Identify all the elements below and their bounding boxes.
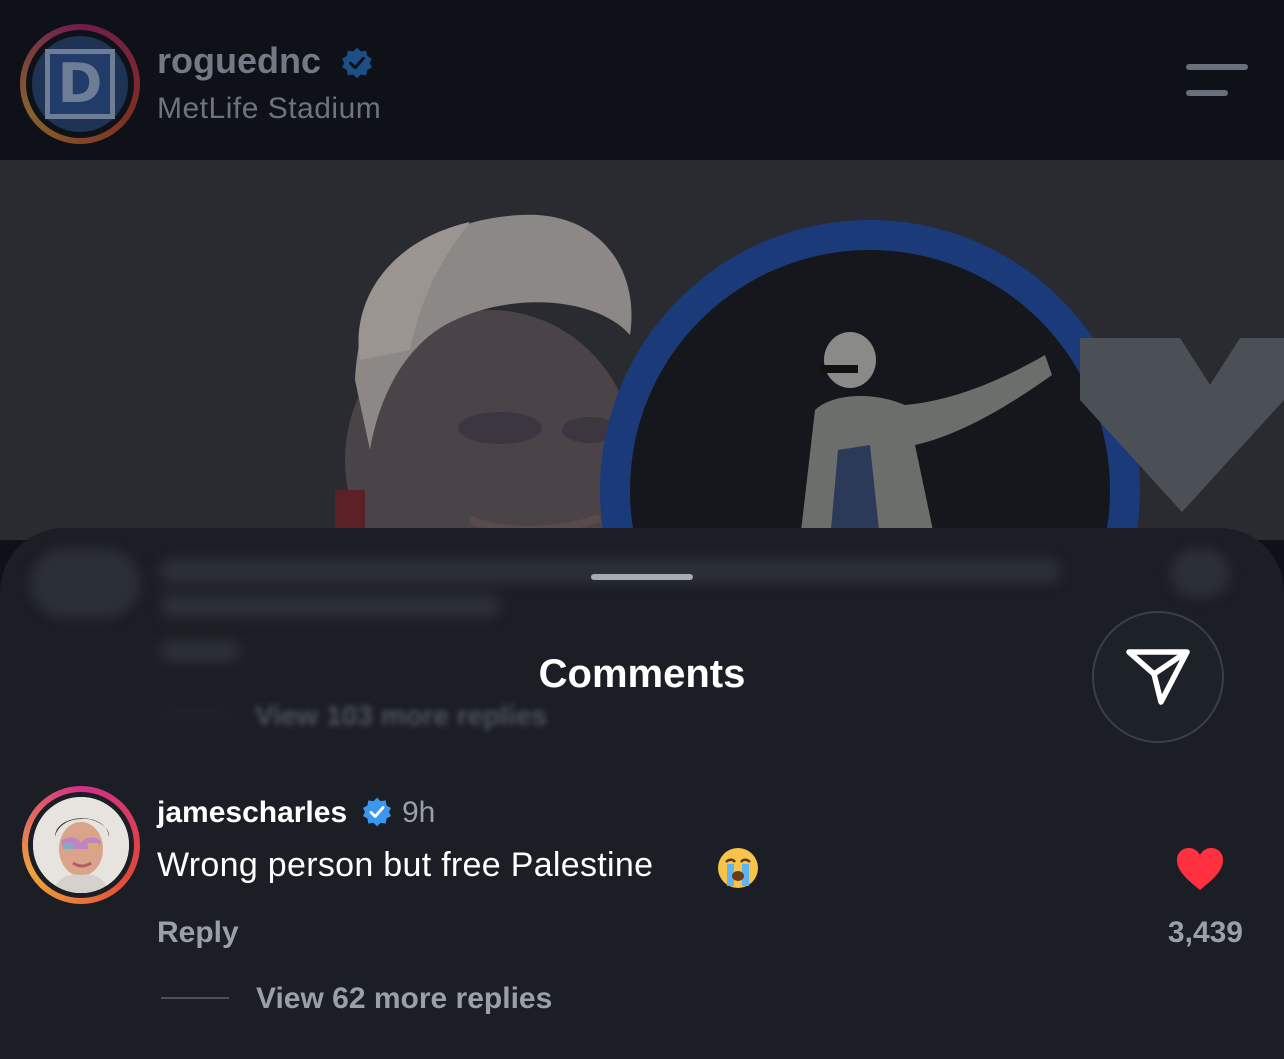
verified-badge-icon	[342, 47, 372, 79]
dnc-logo: D	[45, 49, 115, 119]
blurred-view-replies: View 103 more replies	[255, 700, 548, 731]
post-photo-illustration	[0, 160, 1284, 540]
commenter-photo	[33, 797, 129, 893]
profile-avatar[interactable]: D	[26, 30, 134, 138]
post-location[interactable]: MetLife Stadium	[157, 92, 381, 126]
verified-badge-icon	[363, 797, 391, 827]
comments-sheet: View 103 more replies Comments jameschar…	[0, 528, 1284, 1059]
blurred-previous-comment	[0, 528, 1284, 768]
commenter-avatar[interactable]	[28, 792, 134, 898]
post-username[interactable]: roguednc	[157, 40, 321, 82]
post-header: D roguednc MetLife Stadium	[0, 0, 1284, 160]
share-button[interactable]	[1092, 611, 1224, 743]
send-icon	[1126, 649, 1190, 705]
heart-icon[interactable]	[1175, 846, 1225, 892]
post-image[interactable]	[0, 160, 1284, 540]
comment-text: Wrong person but free Palestine	[157, 846, 654, 884]
drag-handle[interactable]	[591, 574, 693, 580]
view-replies-button[interactable]: View 62 more replies	[256, 982, 552, 1016]
menu-icon[interactable]	[1186, 64, 1248, 98]
comment-username[interactable]: jamescharles	[157, 796, 347, 830]
reply-button[interactable]: Reply	[157, 916, 239, 950]
like-count: 3,439	[1167, 916, 1243, 949]
loudly-crying-face-icon	[718, 848, 758, 888]
replies-divider	[161, 997, 229, 999]
comment-timestamp: 9h	[402, 796, 436, 829]
